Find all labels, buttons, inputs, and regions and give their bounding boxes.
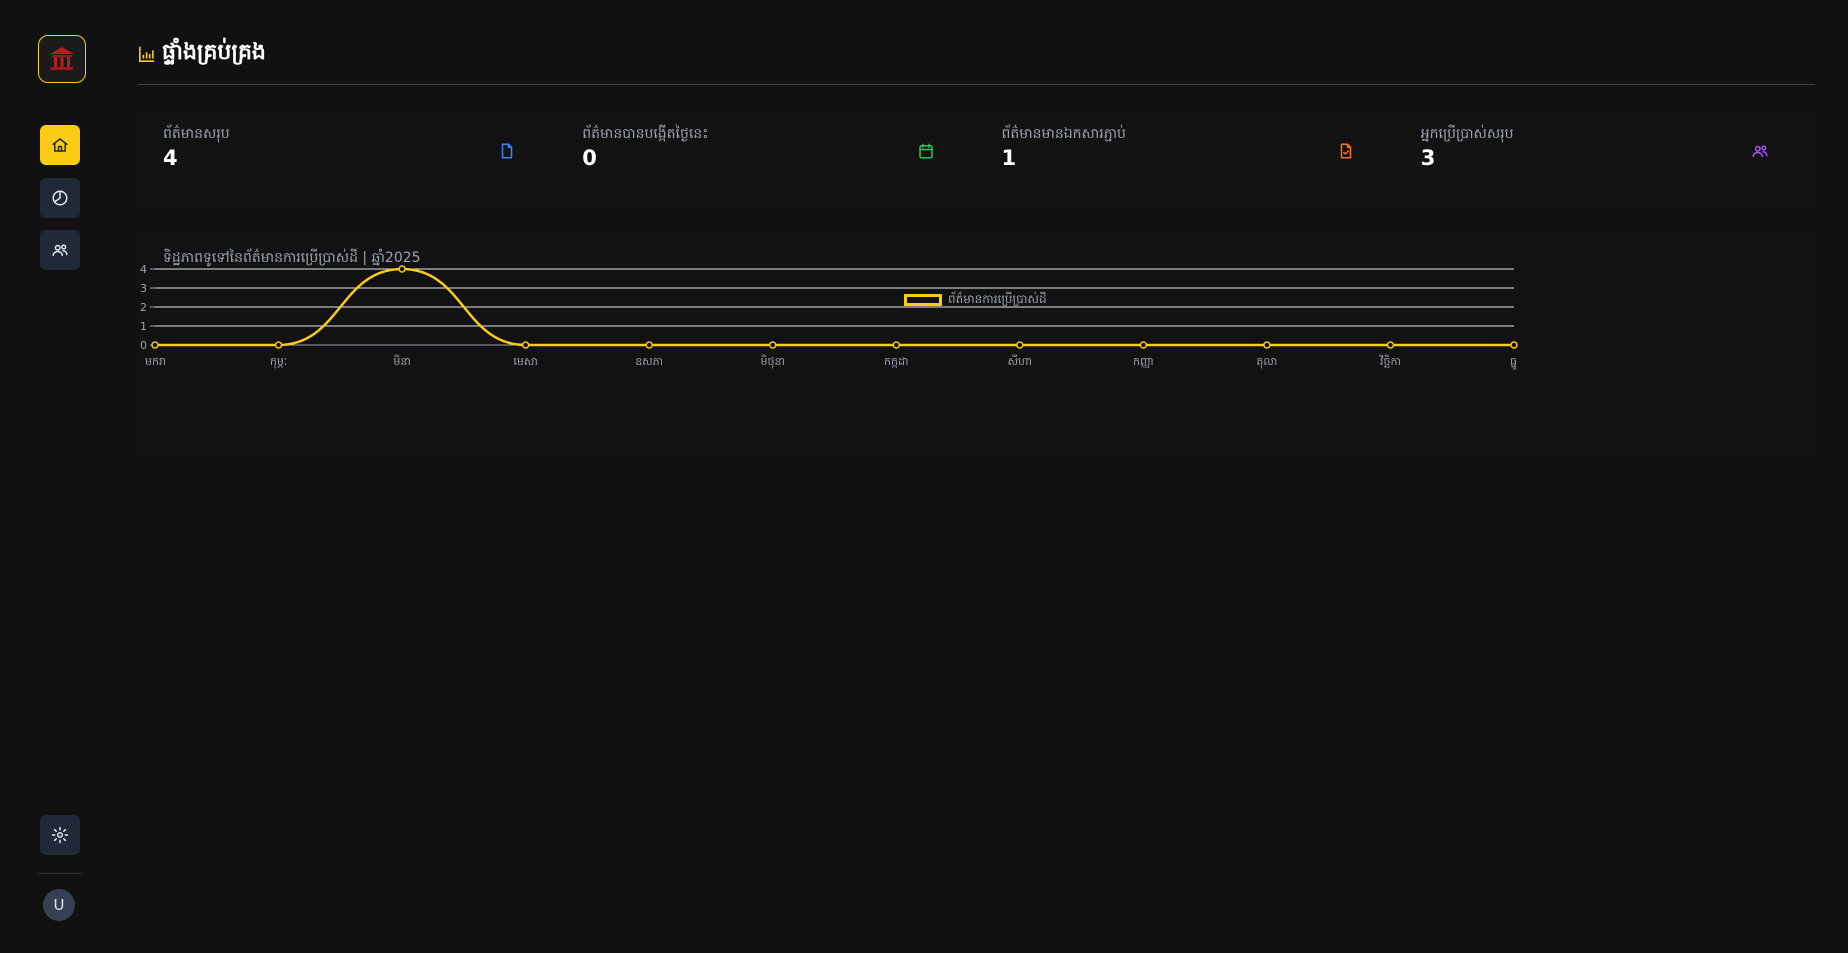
building-logo-icon bbox=[50, 47, 74, 70]
stat-card-with-attachment: ព័ត៌មានមានឯកសារភ្ជាប់ 1 bbox=[976, 110, 1396, 210]
nav-home-button[interactable] bbox=[40, 125, 80, 165]
chart-panel: ទិដ្ឋភាពទូទៅនៃព័ត៌មានការប្រើប្រាស់ដី | ឆ… bbox=[138, 232, 1815, 457]
page-title: ផ្ទាំងគ្រប់គ្រង bbox=[162, 40, 266, 65]
data-point bbox=[1386, 341, 1395, 349]
data-point bbox=[768, 341, 777, 349]
nav-users-button[interactable] bbox=[40, 230, 80, 270]
settings-button[interactable] bbox=[40, 815, 80, 855]
pie-chart-icon bbox=[52, 190, 68, 206]
stat-value: 3 bbox=[1420, 146, 1436, 170]
stat-value: 1 bbox=[1001, 146, 1017, 170]
x-tick-label: កុម្ភៈ bbox=[270, 355, 287, 369]
sidebar-divider bbox=[38, 873, 82, 874]
building-logo[interactable] bbox=[38, 35, 86, 83]
data-point bbox=[1510, 341, 1518, 349]
stat-label: ព័ត៌មានបានបង្កើតថ្ងៃនេះ bbox=[582, 126, 709, 142]
x-tick-label: មិនា bbox=[393, 354, 410, 368]
file-icon bbox=[501, 143, 513, 159]
data-point bbox=[892, 341, 901, 349]
stat-label: អ្នកប្រើប្រាស់សរុប bbox=[1420, 126, 1514, 142]
stat-label: ព័ត៌មានមានឯកសារភ្ជាប់ bbox=[1001, 126, 1126, 142]
home-icon bbox=[52, 138, 68, 152]
y-tick-label: 0 bbox=[140, 339, 147, 352]
stat-value: 0 bbox=[582, 146, 597, 170]
data-point bbox=[1263, 341, 1271, 349]
x-tick-label: មករា bbox=[145, 355, 166, 368]
sidebar: U bbox=[0, 0, 118, 953]
y-tick-label: 2 bbox=[140, 301, 147, 314]
stat-label: ព័ត៌មានសរុប bbox=[163, 126, 230, 142]
stat-card-total-info: ព័ត៌មានសរុប 4 bbox=[138, 110, 558, 210]
x-tick-label: សីហា bbox=[1008, 354, 1032, 368]
x-tick-label: ធ្នូ bbox=[1510, 355, 1517, 370]
calendar-icon bbox=[919, 143, 933, 159]
x-tick-label: កញ្ញា bbox=[1133, 355, 1154, 368]
data-point bbox=[398, 265, 406, 273]
data-point bbox=[151, 341, 159, 349]
x-tick-label: វិច្ឆិកា bbox=[1378, 354, 1400, 368]
data-point bbox=[521, 341, 530, 349]
x-tick-label: តុលា bbox=[1256, 355, 1277, 369]
data-point bbox=[645, 341, 653, 349]
y-tick-label: 1 bbox=[140, 320, 147, 333]
stat-value: 4 bbox=[163, 146, 178, 170]
gear-icon bbox=[51, 826, 69, 844]
data-point bbox=[274, 341, 283, 349]
line-chart: 0 1 2 3 4 មករា កុម្ភៈ មិនា មេសា ឧសភា មិថុនា កក្កដា ស… bbox=[140, 263, 1518, 370]
data-point bbox=[1139, 341, 1148, 349]
x-tick-label: ឧសភា bbox=[635, 355, 663, 368]
x-tick-label: មិថុនា bbox=[761, 354, 785, 369]
data-point bbox=[1016, 341, 1024, 349]
app: U ផ្ទាំងគ្រប់គ្រង ព័ត៌មានសរុប 4 ព័ត៌មានប… bbox=[0, 0, 1848, 953]
stat-card-created-today: ព័ត៌មានបានបង្កើតថ្ងៃនេះ 0 bbox=[557, 110, 977, 210]
file-check-icon bbox=[1340, 143, 1351, 159]
x-tick-label: មេសា bbox=[513, 355, 537, 368]
x-tick-label: កក្កដា bbox=[884, 355, 908, 368]
y-tick-label: 3 bbox=[140, 282, 147, 295]
nav-reports-button[interactable] bbox=[40, 178, 80, 218]
avatar[interactable]: U bbox=[43, 889, 75, 921]
page-header: ផ្ទាំងគ្រប់គ្រង bbox=[138, 30, 1815, 85]
bar-chart-icon bbox=[138, 46, 155, 63]
stats-row: ព័ត៌មានសរុប 4 ព័ត៌មានបានបង្កើតថ្ងៃនេះ 0 … bbox=[138, 110, 1815, 210]
users-icon bbox=[1752, 145, 1768, 157]
stat-card-total-users: អ្នកប្រើប្រាស់សរុប 3 bbox=[1395, 110, 1815, 210]
y-tick-label: 4 bbox=[140, 263, 147, 276]
users-icon bbox=[52, 244, 68, 256]
